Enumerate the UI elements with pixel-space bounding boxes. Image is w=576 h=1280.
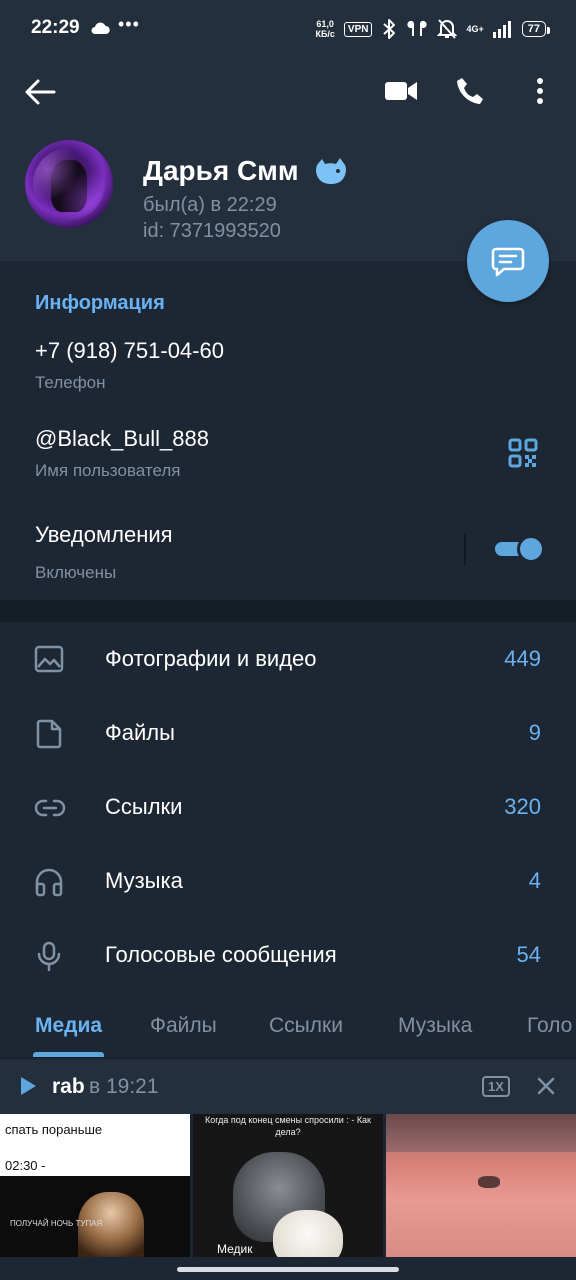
media-label: Музыка	[105, 868, 183, 893]
thumbnail-text: 02:30 -	[5, 1158, 46, 1173]
media-row-voice[interactable]: Голосовые сообщения 54	[0, 918, 576, 992]
media-row-links[interactable]: Ссылки 320	[0, 770, 576, 844]
media-grid: спать пораньше 02:30 - ПОЛУЧАЙ НОЧЬ ТУПА…	[0, 1114, 576, 1280]
tab-voice[interactable]: Голо	[527, 1014, 572, 1038]
cloud-icon	[91, 22, 110, 34]
photo-icon	[34, 645, 64, 673]
player-title: rab	[52, 1075, 85, 1098]
audio-player-bar[interactable]: rab в 19:21 1X	[0, 1060, 576, 1114]
profile-name: Дарья Смм	[143, 155, 299, 186]
tab-music[interactable]: Музыка	[398, 1014, 472, 1038]
phone-number[interactable]: +7 (918) 751-04-60	[35, 338, 224, 364]
more-options-icon[interactable]	[533, 76, 547, 106]
play-icon[interactable]	[19, 1076, 37, 1096]
link-icon	[34, 799, 66, 817]
media-row-music[interactable]: Музыка 4	[0, 844, 576, 918]
media-tabs: Медиа Файлы Ссылки Музыка Голо	[0, 996, 576, 1058]
thumbnail-cat	[273, 1210, 343, 1257]
file-icon	[36, 719, 62, 749]
status-icons: 61,0 КБ/с VPN 4G+ 77	[315, 16, 551, 42]
media-thumbnail[interactable]: спать пораньше 02:30 - ПОЛУЧАЙ НОЧЬ ТУПА…	[0, 1114, 190, 1257]
thumbnail-text: ПОЛУЧАЙ НОЧЬ ТУПАЯ	[10, 1219, 103, 1228]
home-gesture-bar[interactable]	[177, 1267, 399, 1272]
media-thumbnail[interactable]: Когда под конец смены спросили : - Как д…	[193, 1114, 383, 1257]
media-thumbnail[interactable]	[386, 1114, 576, 1257]
notifications-toggle[interactable]	[495, 535, 545, 563]
battery-indicator: 77	[521, 21, 551, 37]
playback-speed-button[interactable]: 1X	[482, 1076, 510, 1097]
phone-call-icon[interactable]	[455, 76, 485, 106]
notifications-title: Уведомления	[35, 522, 173, 547]
media-count: 4	[528, 868, 541, 893]
system-nav-bar	[0, 1257, 576, 1280]
earbuds-icon	[407, 20, 428, 36]
status-time: 22:29	[31, 17, 80, 38]
info-section-title: Информация	[35, 292, 165, 314]
media-count: 449	[504, 646, 541, 671]
player-time: в 19:21	[89, 1075, 159, 1098]
media-label: Голосовые сообщения	[105, 942, 337, 967]
media-count: 54	[516, 942, 541, 967]
notifications-status: Включены	[35, 563, 117, 582]
media-label: Файлы	[105, 720, 175, 745]
divider	[464, 533, 466, 565]
media-count: 9	[528, 720, 541, 745]
premium-badge-icon[interactable]	[313, 155, 349, 187]
last-seen-status: был(а) в 22:29	[143, 194, 277, 216]
mute-bell-icon	[437, 19, 458, 39]
microphone-icon	[37, 941, 61, 971]
username-label: Имя пользователя	[35, 461, 181, 480]
network-type: 4G+	[466, 24, 484, 34]
network-speed: 61,0 КБ/с	[315, 19, 335, 39]
headphones-icon	[35, 868, 63, 897]
avatar[interactable]	[25, 140, 113, 228]
status-bar: 22:29 ••• 61,0 КБ/с VPN 4G+ 77	[0, 0, 576, 58]
thumbnail-label: Медик	[217, 1242, 253, 1256]
tab-files[interactable]: Файлы	[150, 1014, 217, 1038]
toggle-knob	[517, 535, 545, 563]
close-icon[interactable]	[537, 1077, 555, 1095]
chat-icon	[491, 247, 525, 277]
active-tab-indicator	[33, 1052, 104, 1057]
user-id: id: 7371993520	[143, 220, 281, 242]
thumbnail-horizon	[386, 1114, 576, 1152]
media-label: Ссылки	[105, 794, 183, 819]
thumbnail-animal	[478, 1176, 500, 1188]
message-button[interactable]	[467, 220, 549, 302]
video-call-icon[interactable]	[384, 76, 418, 106]
username[interactable]: @Black_Bull_888	[35, 426, 209, 452]
qr-code-icon[interactable]	[508, 438, 538, 468]
tab-media[interactable]: Медиа	[35, 1014, 102, 1038]
tab-links[interactable]: Ссылки	[269, 1014, 343, 1038]
media-label: Фотографии и видео	[105, 646, 317, 671]
media-row-files[interactable]: Файлы 9	[0, 696, 576, 770]
thumbnail-caption: Когда под конец смены спросили : - Как д…	[205, 1115, 371, 1137]
media-row-photos[interactable]: Фотографии и видео 449	[0, 622, 576, 696]
phone-label: Телефон	[35, 373, 106, 392]
bluetooth-icon	[383, 19, 396, 39]
media-count: 320	[504, 794, 541, 819]
section-gap	[0, 600, 576, 622]
back-arrow-icon[interactable]	[24, 78, 56, 106]
more-notifications-icon: •••	[118, 14, 140, 34]
vpn-badge: VPN	[343, 21, 373, 37]
thumbnail-text: спать пораньше	[5, 1122, 103, 1137]
signal-icon	[492, 21, 511, 38]
